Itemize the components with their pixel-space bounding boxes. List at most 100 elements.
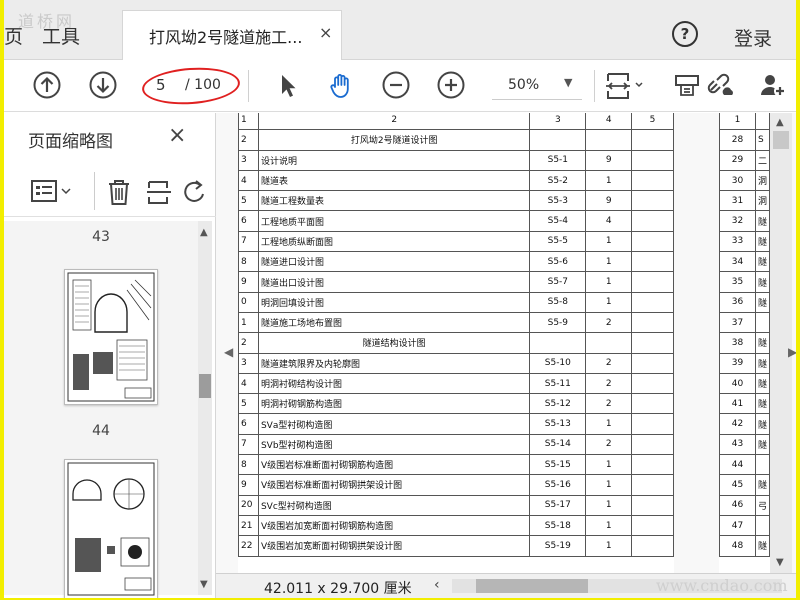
tab-tools[interactable]: 工具 (42, 22, 80, 49)
link-icon[interactable] (704, 70, 736, 100)
cell-name-partial: 隧 (754, 291, 771, 313)
cell-no: 47 (719, 514, 756, 537)
cell-no: 7 (238, 230, 259, 253)
watermark-bottom: www.cndao.com (656, 576, 788, 595)
cell-remark (631, 413, 674, 435)
cell-name: 工程地质平面图 (257, 210, 531, 232)
thumbnail-scrollbar-thumb[interactable] (199, 374, 211, 398)
arrow-up-icon[interactable] (32, 70, 62, 100)
arrow-down-icon[interactable] (88, 70, 118, 100)
cell-remark (631, 535, 674, 557)
tab-home-partial[interactable]: 页 (4, 22, 23, 49)
login-button[interactable]: 登录 (734, 24, 772, 51)
print-icon[interactable] (672, 70, 702, 100)
cell-count (585, 129, 633, 151)
chevron-down-icon[interactable]: ▼ (776, 557, 784, 568)
cell-no: 22 (238, 535, 259, 557)
cell-name-partial: 隧 (754, 332, 771, 354)
cell-no: 30 (719, 169, 756, 192)
document-view[interactable]: ◀ 1 2 3 4 5 2 打风坳2号隧道设计图 3 设计说明 S5-1 9 4 隧道表 S5-2 1 5 隧道… (216, 113, 796, 573)
chevron-down-icon[interactable]: ▼ (200, 579, 208, 590)
hand-icon[interactable] (326, 70, 356, 100)
previous-page-icon[interactable]: ◀ (224, 345, 233, 359)
cell-remark (631, 393, 674, 415)
cell-fig: S5-5 (529, 230, 587, 253)
chevron-up-icon[interactable]: ▲ (776, 117, 784, 128)
zoom-in-icon[interactable] (436, 70, 466, 100)
cell-fig: S5-18 (529, 514, 587, 537)
cell-count: 1 (585, 454, 633, 476)
cell-name-partial: 弓 (754, 494, 771, 516)
cell-no: 6 (238, 413, 259, 435)
close-tab-icon[interactable]: × (319, 23, 332, 42)
cell-name-partial (754, 514, 771, 537)
cell-no: 4 (238, 372, 259, 395)
cell-no: 28 (719, 129, 756, 151)
zoom-select[interactable]: 50% ▼ (492, 72, 582, 100)
close-panel-icon[interactable]: × (168, 123, 186, 148)
cell-no: 7 (238, 433, 259, 456)
table-row: 22 Ⅴ级围岩加宽断面衬砌钢拱架设计图 S5-19 1 (238, 535, 674, 557)
cell-name: SⅤb型衬砌构造图 (257, 433, 531, 456)
cursor-icon[interactable] (272, 70, 302, 100)
help-icon[interactable]: ? (672, 21, 698, 47)
rotate-page-icon[interactable] (184, 178, 206, 210)
cell-count: 1 (585, 474, 633, 496)
tab-document[interactable]: 打风坳2号隧道施工... × (122, 10, 342, 60)
cell-name-partial: 洞 (754, 169, 771, 192)
chevron-up-icon[interactable]: ▲ (200, 227, 208, 238)
cell-remark (631, 251, 674, 273)
table-row: 29 二 (719, 149, 771, 171)
delete-page-icon[interactable] (106, 178, 132, 210)
cell-name: 设计说明 (257, 149, 531, 171)
thumbnail-page-44[interactable] (64, 459, 158, 598)
cell-name: SⅤc型衬砌构造图 (257, 494, 531, 516)
document-scrollbar[interactable]: ▲ ▼ (770, 113, 792, 573)
thumbnail-list[interactable]: 43 44 (4, 221, 198, 598)
chevron-left-icon[interactable]: ‹ (434, 577, 440, 593)
cell-no: 45 (719, 474, 756, 496)
cell-name: 明洞回填设计图 (257, 291, 531, 313)
cell-name: 明洞衬砌结构设计图 (257, 372, 531, 395)
table-row: 12345 (238, 113, 674, 131)
table-row: 40 隧 (719, 372, 771, 395)
extract-page-icon[interactable] (146, 178, 172, 210)
zoom-out-icon[interactable] (381, 70, 411, 100)
cell-no: 5 (238, 393, 259, 415)
table-row: 5 隧道工程数量表 S5-3 9 (238, 190, 674, 212)
cell-name-partial: 隧 (754, 535, 771, 557)
thumbnail-scrollbar[interactable]: ▲ ▼ (198, 221, 212, 595)
table-row: 8 隧道进口设计图 S5-6 1 (238, 251, 674, 273)
next-page-icon[interactable]: ▶ (788, 345, 796, 359)
cell-fig (529, 129, 587, 151)
cell-count: 1 (585, 514, 633, 537)
table-row: 20 SⅤc型衬砌构造图 S5-17 1 (238, 494, 674, 516)
cell-no: 6 (238, 210, 259, 232)
thumbnail-page-label: 44 (92, 423, 110, 439)
cell-no: 39 (719, 352, 756, 374)
table-row: 5 明洞衬砌钢筋构造图 S5-12 2 (238, 393, 674, 415)
cell-remark (631, 474, 674, 496)
cell-no: 41 (719, 393, 756, 415)
table-row: 21 Ⅴ级围岩加宽断面衬砌钢筋构造图 S5-18 1 (238, 514, 674, 537)
horizontal-scrollbar-thumb[interactable] (476, 579, 588, 593)
cell-name: 打风坳2号隧道设计图 (257, 129, 531, 151)
cell-no: 3 (238, 352, 259, 374)
cell-no: 40 (719, 372, 756, 395)
cell-name-partial: 隧 (754, 433, 771, 456)
cell-name-partial: 隧 (754, 210, 771, 232)
cell-no: 34 (719, 251, 756, 273)
cell-no: 38 (719, 332, 756, 354)
document-scrollbar-thumb[interactable] (773, 131, 789, 149)
cell-name-partial: 隧 (754, 251, 771, 273)
thumbnail-options-icon[interactable] (30, 179, 76, 209)
thumbnail-tools (4, 167, 216, 217)
drawing-index-table-continued: 1 28 S 29 二 30 洞 31 洞 32 隧 33 隧 34 隧 35 隧 36 隧 37 38 隧 39 隧 40 隧 4… (719, 113, 771, 557)
cell-remark: 5 (631, 113, 674, 131)
add-user-icon[interactable] (758, 70, 788, 100)
toolbar-divider (594, 70, 595, 102)
cell-no: 35 (719, 271, 756, 293)
thumbnail-page-43[interactable] (64, 269, 158, 405)
cell-count: 1 (585, 169, 633, 192)
fit-page-icon[interactable] (604, 70, 646, 100)
